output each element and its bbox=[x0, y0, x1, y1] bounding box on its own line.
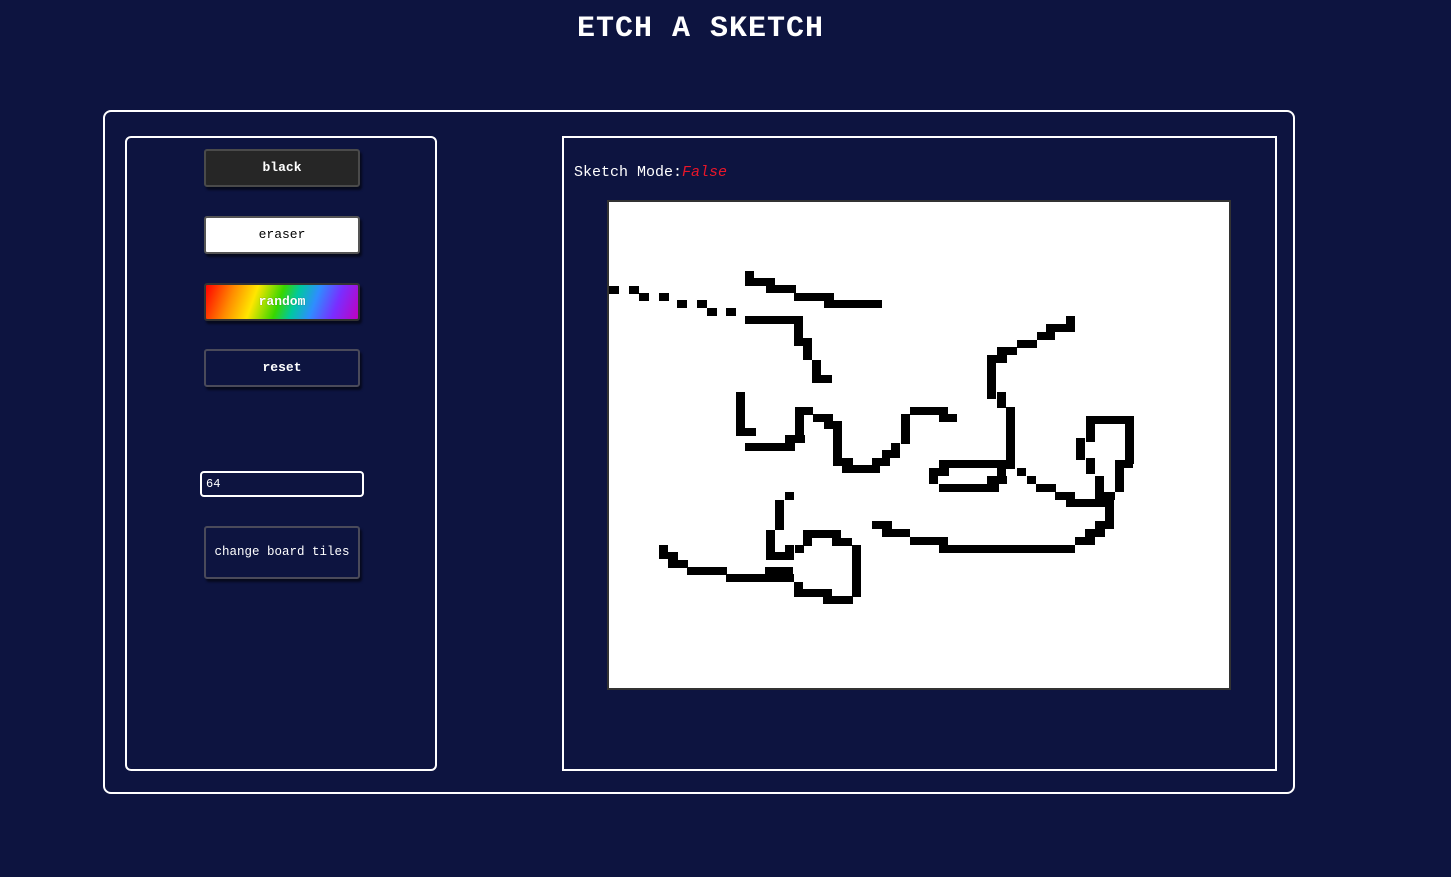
sketch-strokes bbox=[609, 271, 1134, 604]
page-title: ETCH A SKETCH bbox=[576, 12, 825, 46]
sketch-mode-status: Sketch Mode:False bbox=[574, 164, 727, 181]
sketch-board[interactable] bbox=[607, 200, 1231, 690]
reset-button[interactable]: reset bbox=[204, 349, 360, 387]
black-button[interactable]: black bbox=[204, 149, 360, 187]
board-tiles-input[interactable] bbox=[200, 471, 364, 497]
random-color-button[interactable]: random bbox=[204, 283, 360, 321]
controls-panel: black eraser random reset change board t… bbox=[125, 136, 437, 771]
sketch-drawing bbox=[609, 271, 1134, 604]
sketch-mode-value: False bbox=[682, 164, 728, 181]
change-board-tiles-button[interactable]: change board tiles bbox=[204, 526, 360, 579]
sketch-mode-label: Sketch Mode: bbox=[574, 164, 683, 181]
eraser-button[interactable]: eraser bbox=[204, 216, 360, 254]
board-panel: Sketch Mode:False bbox=[562, 136, 1277, 771]
